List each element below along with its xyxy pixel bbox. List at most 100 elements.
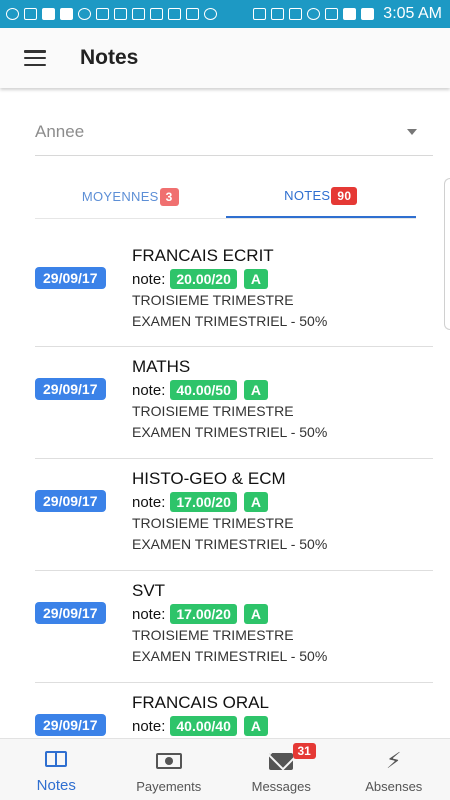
image-icon	[132, 8, 145, 20]
note-line: note: 17.00/20 A	[132, 604, 327, 624]
wifi-icon	[325, 8, 339, 20]
note-item[interactable]: 29/09/17 SVT note: 17.00/20 A TROISIEME …	[35, 571, 433, 683]
side-drawer-handle[interactable]	[444, 178, 450, 330]
vibrate-icon	[289, 8, 303, 20]
subject-name: HISTO-GEO & ECM	[132, 469, 286, 488]
grade-badge: 40.00/40	[170, 716, 237, 736]
grade-badge: 17.00/20	[170, 492, 237, 512]
period-text: TROISIEME TRIMESTRE	[132, 515, 294, 531]
subject-name: SVT	[132, 581, 166, 600]
mail-icon	[114, 8, 127, 20]
year-select-placeholder: Annee	[35, 121, 85, 141]
clock: 3:05 AM	[383, 5, 442, 22]
note-label: note:	[132, 605, 166, 623]
note-line: note: 17.00/20 A	[132, 492, 327, 512]
usb-icon	[168, 8, 181, 20]
note-content: MATHS note: 40.00/50 A TROISIEME TRIMEST…	[132, 357, 327, 442]
whatsapp-icon	[204, 8, 217, 20]
messages-count-badge: 31	[292, 743, 316, 759]
book-icon	[45, 751, 68, 767]
grade-badge: 40.00/50	[170, 380, 237, 400]
app-screen: 3:05 AM Notes Annee MOYENNES 3 NOTES 90 …	[0, 0, 450, 800]
battery-icon	[361, 8, 375, 20]
exam-text: EXAMEN TRIMESTRIEL - 50%	[132, 313, 328, 329]
nav-label: Messages	[251, 779, 311, 794]
chat-icon	[6, 8, 19, 20]
system-icons: 3:05 AM	[253, 5, 442, 23]
note-content: FRANCAIS ORAL note: 40.00/40 A	[132, 693, 269, 736]
letter-badge: A	[243, 716, 268, 736]
status-bar: 3:05 AM	[0, 0, 450, 28]
note-item[interactable]: 29/09/17 FRANCAIS ECRIT note: 20.00/20 A…	[35, 236, 433, 347]
period-text: TROISIEME TRIMESTRE	[132, 403, 294, 419]
letter-badge: A	[243, 492, 268, 512]
message-icon	[150, 8, 163, 20]
dropdown-caret-icon	[407, 128, 417, 135]
notes-list: 29/09/17 FRANCAIS ECRIT note: 20.00/20 A…	[35, 236, 433, 736]
subject-name: FRANCAIS ORAL	[132, 693, 269, 712]
letter-badge: A	[243, 380, 268, 400]
note-item[interactable]: 29/09/17 FRANCAIS ORAL note: 40.00/40 A	[35, 683, 433, 736]
alarm-icon	[307, 8, 321, 20]
date-badge: 29/09/17	[35, 378, 106, 400]
tab-count-badge: 90	[331, 186, 358, 205]
tab-bar: MOYENNES 3 NOTES 90	[35, 175, 416, 219]
note-content: SVT note: 17.00/20 A TROISIEME TRIMESTRE…	[132, 581, 327, 666]
note-label: note:	[132, 270, 166, 288]
usb-icon	[24, 8, 37, 20]
exam-text: EXAMEN TRIMESTRIEL - 50%	[132, 424, 328, 440]
bluetooth-icon	[253, 8, 267, 20]
date-badge: 29/09/17	[35, 714, 106, 736]
note-label: note:	[132, 381, 166, 399]
notification-icons	[6, 8, 253, 20]
note-label: note:	[132, 717, 166, 735]
facebook-icon	[42, 8, 55, 20]
subject-name: FRANCAIS ECRIT	[132, 246, 274, 265]
tab-label: NOTES	[284, 188, 331, 203]
facebook-icon	[60, 8, 73, 20]
exam-text: EXAMEN TRIMESTRIEL - 50%	[132, 648, 328, 664]
nav-label: Notes	[36, 777, 76, 794]
bottom-navigation: Notes Payements 31 Messages ⚡︎ Absenses	[0, 738, 450, 800]
note-line: note: 20.00/20 A	[132, 269, 327, 289]
note-item[interactable]: 29/09/17 MATHS note: 40.00/50 A TROISIEM…	[35, 347, 433, 459]
nfc-icon	[271, 8, 285, 20]
nav-label: Absenses	[365, 779, 423, 794]
tab-count-badge: 3	[159, 187, 179, 206]
tab-moyennes[interactable]: MOYENNES 3	[35, 175, 226, 218]
letter-badge: A	[243, 604, 268, 624]
note-content: FRANCAIS ECRIT note: 20.00/20 A TROISIEM…	[132, 246, 327, 331]
period-text: TROISIEME TRIMESTRE	[132, 292, 294, 308]
period-text: TROISIEME TRIMESTRE	[132, 627, 294, 643]
note-line: note: 40.00/40 A	[132, 716, 269, 736]
messenger-icon	[78, 8, 91, 20]
year-select[interactable]: Annee	[35, 108, 433, 156]
signal-icon	[343, 8, 357, 20]
nav-label: Payements	[136, 779, 202, 794]
page-title: Notes	[80, 46, 139, 69]
nav-messages[interactable]: 31 Messages	[225, 739, 338, 800]
mail-icon	[269, 752, 294, 770]
date-badge: 29/09/17	[35, 490, 106, 512]
tab-notes[interactable]: NOTES 90	[225, 175, 416, 218]
mail-icon	[96, 8, 109, 20]
cash-icon	[155, 753, 182, 769]
note-line: note: 40.00/50 A	[132, 380, 327, 400]
usb-icon	[186, 8, 199, 20]
grade-badge: 17.00/20	[170, 604, 237, 624]
note-label: note:	[132, 493, 166, 511]
app-bar: Notes	[0, 28, 450, 88]
date-badge: 29/09/17	[35, 602, 106, 624]
nav-absenses[interactable]: ⚡︎ Absenses	[338, 739, 450, 800]
subject-name: MATHS	[132, 357, 191, 376]
note-item[interactable]: 29/09/17 HISTO-GEO & ECM note: 17.00/20 …	[35, 459, 433, 571]
tab-label: MOYENNES	[81, 189, 159, 204]
note-content: HISTO-GEO & ECM note: 17.00/20 A TROISIE…	[132, 469, 327, 554]
nav-notes[interactable]: Notes	[0, 739, 113, 800]
hamburger-menu-icon[interactable]	[24, 50, 46, 66]
bolt-icon: ⚡︎	[386, 748, 402, 773]
date-badge: 29/09/17	[35, 267, 106, 289]
nav-payements[interactable]: Payements	[113, 739, 226, 800]
letter-badge: A	[243, 269, 268, 289]
grade-badge: 20.00/20	[170, 269, 237, 289]
